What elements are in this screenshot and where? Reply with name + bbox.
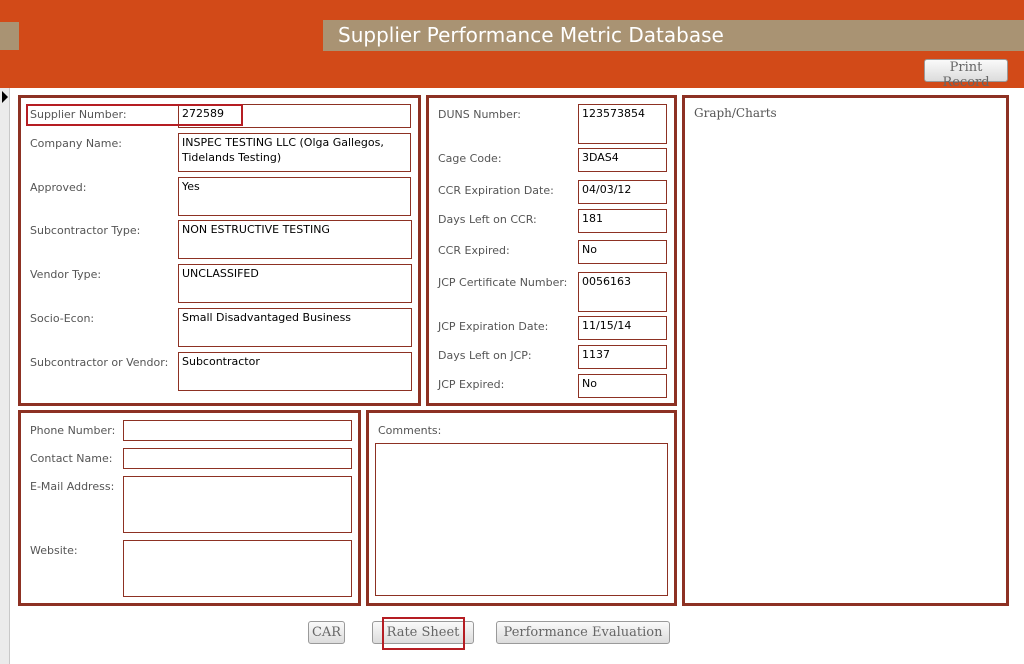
jcp-certificate-label: JCP Certificate Number:	[438, 276, 568, 289]
jcp-expiration-field[interactable]: 11/15/14	[578, 316, 667, 340]
days-left-jcp-field[interactable]: 1137	[578, 345, 667, 369]
graph-charts-label: Graph/Charts	[694, 106, 777, 120]
email-field[interactable]	[123, 476, 352, 533]
record-selector[interactable]	[0, 88, 10, 664]
days-left-jcp-label: Days Left on JCP:	[438, 349, 532, 362]
subcontractor-type-label: Subcontractor Type:	[30, 224, 141, 237]
days-left-ccr-field[interactable]: 181	[578, 209, 667, 233]
current-record-arrow-icon	[2, 91, 8, 103]
performance-evaluation-button[interactable]: Performance Evaluation	[496, 621, 670, 644]
print-record-button[interactable]: Print Record	[924, 59, 1008, 90]
website-field[interactable]	[123, 540, 352, 597]
socio-econ-label: Socio-Econ:	[30, 312, 95, 325]
approved-label: Approved:	[30, 181, 87, 194]
rate-sheet-highlight	[382, 617, 465, 650]
phone-label: Phone Number:	[30, 424, 116, 437]
ccr-expired-label: CCR Expired:	[438, 244, 510, 257]
days-left-ccr-label: Days Left on CCR:	[438, 213, 537, 226]
supplier-number-highlight	[26, 104, 243, 126]
subcontractor-type-field[interactable]: NON ESTRUCTIVE TESTING	[178, 220, 412, 259]
vendor-type-label: Vendor Type:	[30, 268, 102, 281]
contact-name-label: Contact Name:	[30, 452, 113, 465]
vendor-type-field[interactable]: UNCLASSIFED	[178, 264, 412, 303]
sub-or-vendor-field[interactable]: Subcontractor	[178, 352, 412, 391]
jcp-expired-field[interactable]: No	[578, 374, 667, 398]
jcp-expiration-label: JCP Expiration Date:	[438, 320, 549, 333]
jcp-expired-label: JCP Expired:	[438, 378, 505, 391]
company-name-label: Company Name:	[30, 137, 122, 150]
email-label: E-Mail Address:	[30, 480, 115, 493]
duns-label: DUNS Number:	[438, 108, 521, 121]
ccr-expiration-field[interactable]: 04/03/12	[578, 180, 667, 204]
socio-econ-field[interactable]: Small Disadvantaged Business	[178, 308, 412, 347]
comments-label: Comments:	[378, 424, 442, 437]
ccr-expired-field[interactable]: No	[578, 240, 667, 264]
cage-code-label: Cage Code:	[438, 152, 502, 165]
page-title: Supplier Performance Metric Database	[323, 20, 1024, 51]
approved-field[interactable]: Yes	[178, 177, 411, 216]
graph-charts-panel	[682, 95, 1009, 606]
jcp-certificate-field[interactable]: 0056163	[578, 272, 667, 312]
header-left-strip	[0, 22, 19, 50]
comments-field[interactable]	[375, 443, 668, 596]
duns-field[interactable]: 123573854	[578, 104, 667, 144]
ccr-expiration-label: CCR Expiration Date:	[438, 184, 554, 197]
sub-or-vendor-label: Subcontractor or Vendor:	[30, 356, 169, 369]
contact-name-field[interactable]	[123, 448, 352, 469]
company-name-field[interactable]: INSPEC TESTING LLC (Olga Gallegos, Tidel…	[178, 133, 411, 172]
cage-code-field[interactable]: 3DAS4	[578, 148, 667, 172]
car-button[interactable]: CAR	[308, 621, 345, 644]
phone-field[interactable]	[123, 420, 352, 441]
website-label: Website:	[30, 544, 78, 557]
